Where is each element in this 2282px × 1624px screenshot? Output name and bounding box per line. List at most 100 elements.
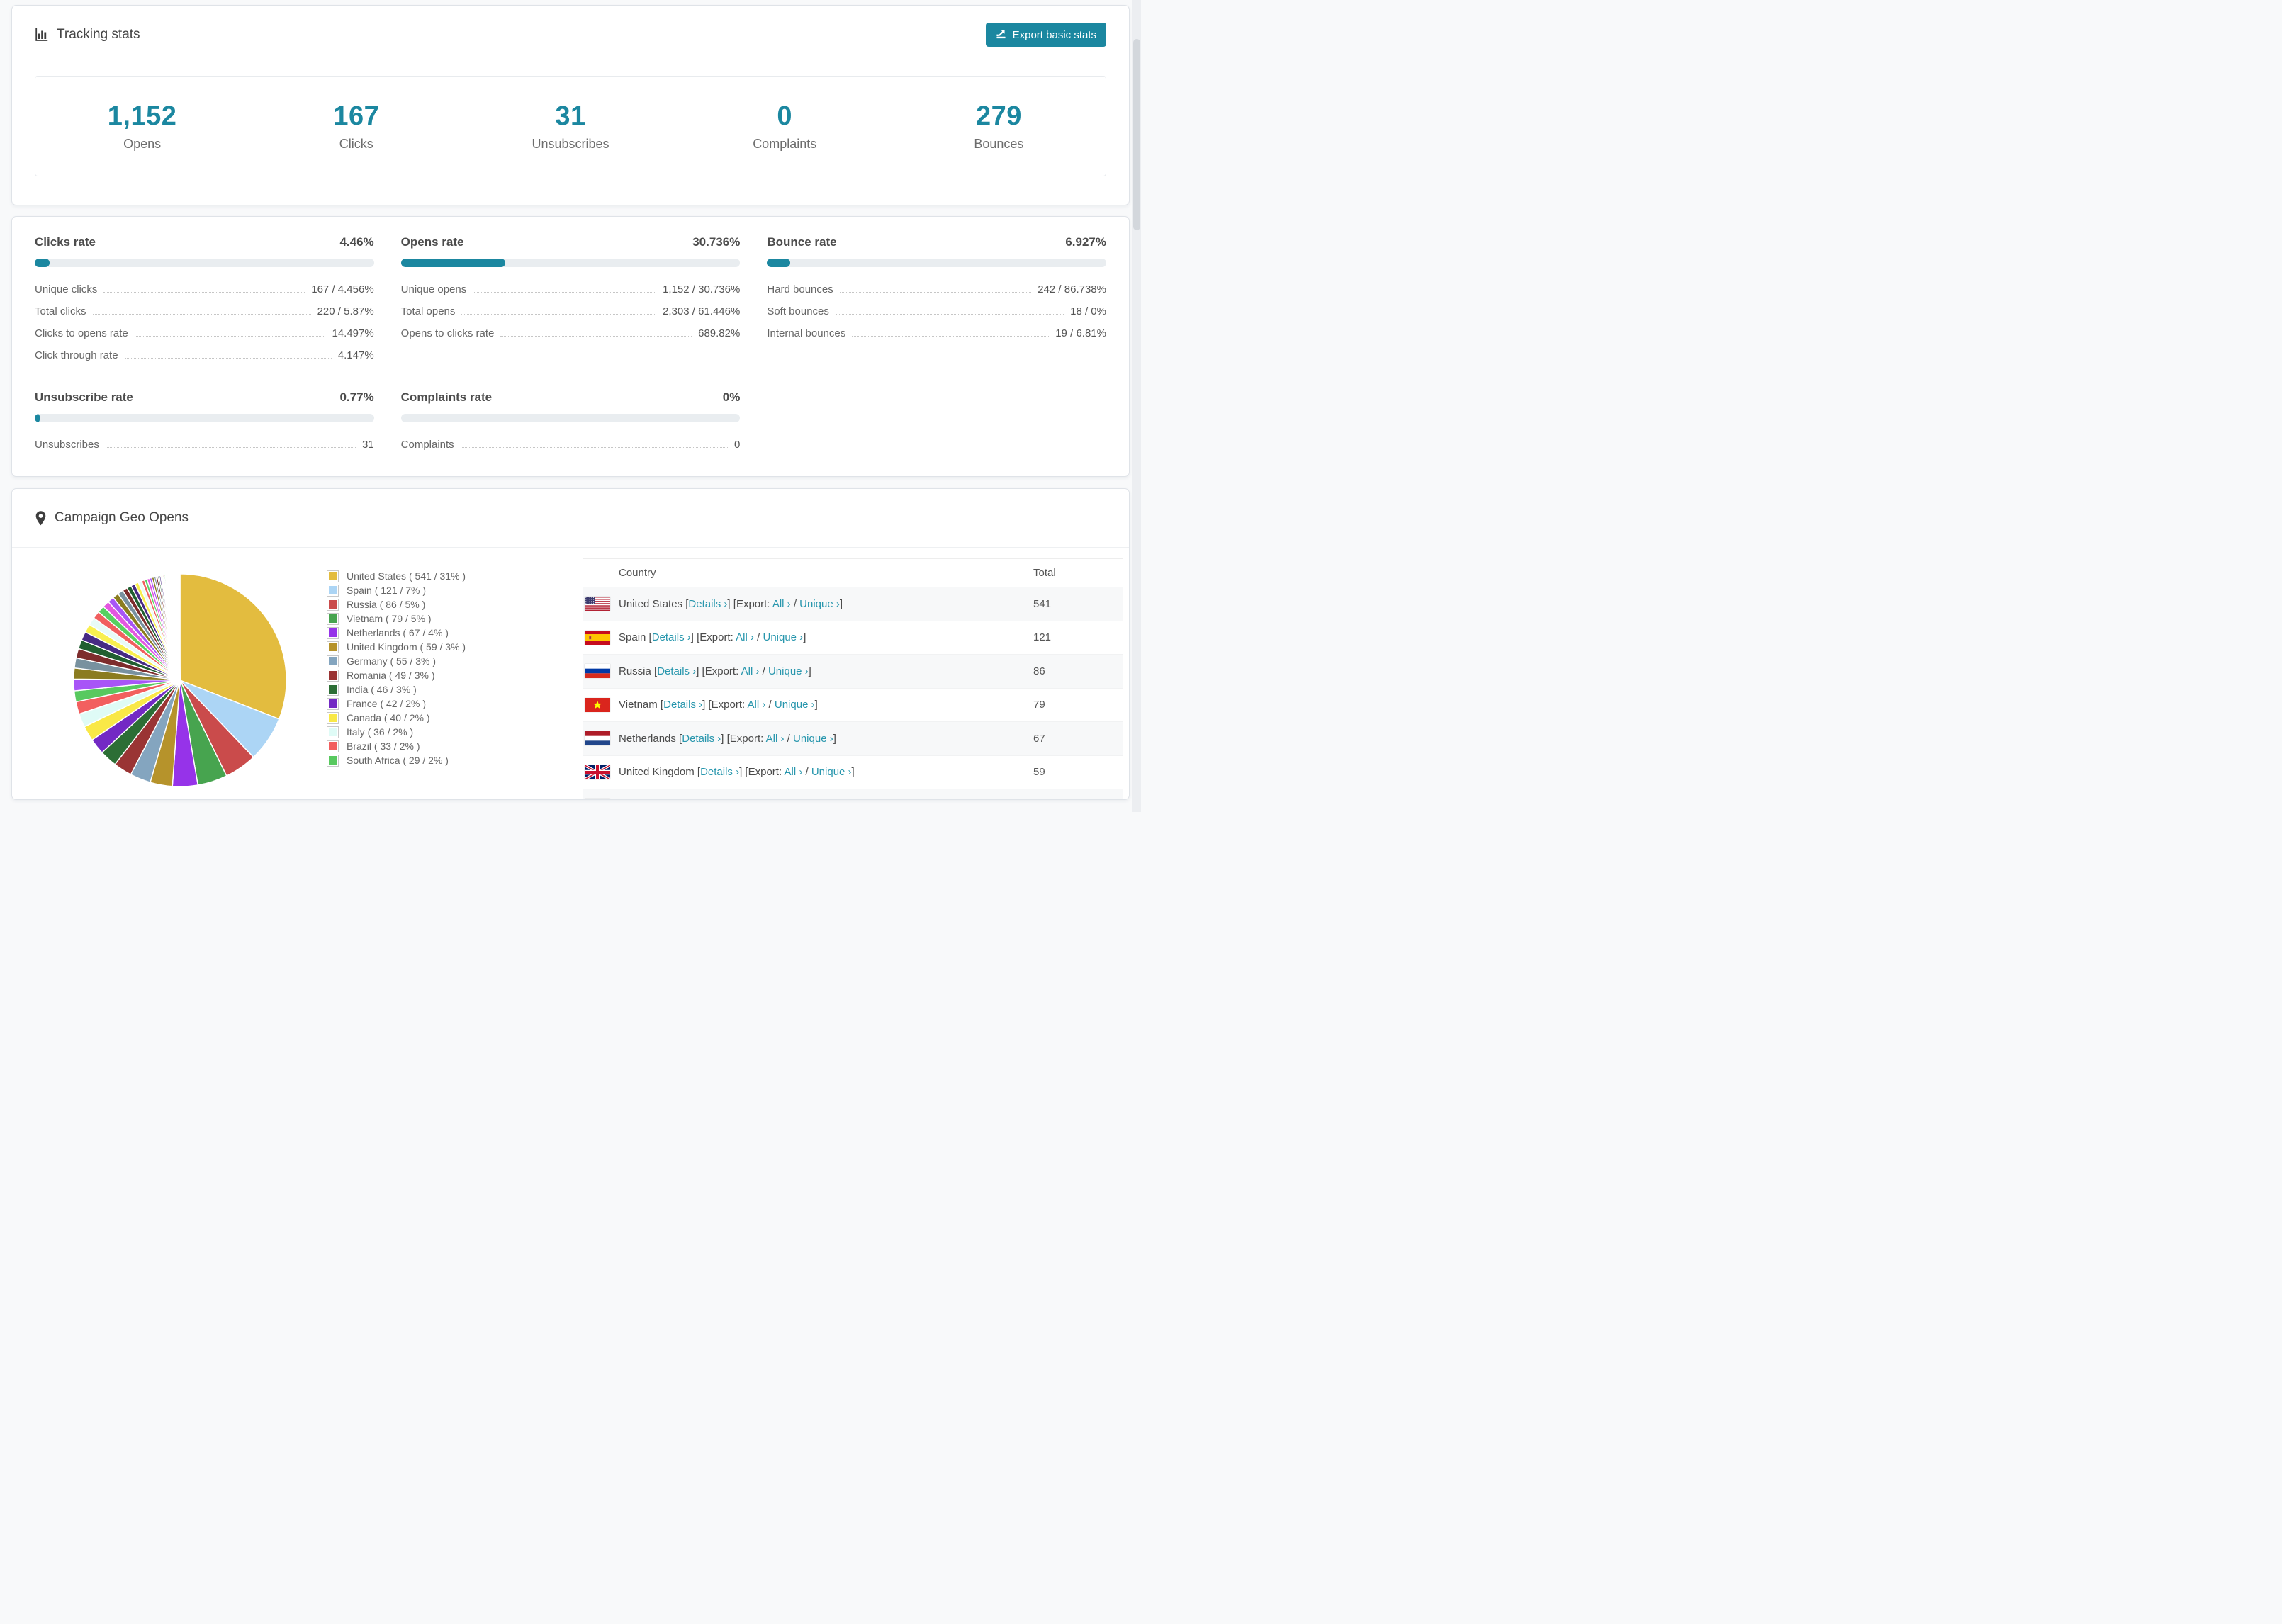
stat-box: 31 Unsubscribes: [463, 77, 677, 176]
export-icon: [996, 28, 1006, 42]
details-link[interactable]: Details ›: [688, 598, 727, 610]
export-label: Export:: [711, 699, 746, 711]
stats-summary-row: 1,152 Opens 167 Clicks 31 Unsubscribes 0 Compla…: [35, 76, 1106, 176]
rate-row: Unique clicks 167 / 4.456%: [35, 278, 374, 300]
rate-rows: Unique opens 1,152 / 30.736% Total opens 2,…: [401, 278, 741, 344]
geo-row-total: 67: [1033, 732, 1045, 745]
rate-value: 0%: [722, 390, 741, 404]
geo-row-text: Spain [Details ›] [Export: All › / Uniqu…: [619, 631, 806, 644]
dotted-leader: [461, 314, 657, 315]
rate-row-label: Complaints: [400, 439, 454, 451]
export-all-link[interactable]: All ›: [748, 699, 766, 711]
export-unique-link[interactable]: Unique ›: [763, 631, 803, 643]
progress-bar-fill: [35, 259, 50, 267]
export-all-link[interactable]: All ›: [784, 766, 802, 778]
geo-pie-chart: [70, 570, 290, 790]
table-row: Vietnam [Details ›] [Export: All › / Uni…: [583, 687, 1123, 722]
rate-row-label: Hard bounces: [767, 283, 833, 295]
legend-item[interactable]: Brazil ( 33 / 2% ): [327, 739, 466, 753]
export-basic-stats-button[interactable]: Export basic stats: [985, 23, 1106, 47]
legend-label: United States ( 541 / 31% ): [347, 570, 466, 582]
stat-label: Opens: [123, 136, 162, 151]
legend-item[interactable]: Spain ( 121 / 7% ): [327, 583, 466, 597]
rate-row-label: Unique clicks: [35, 283, 98, 295]
rate-row-value: 1,152 / 30.736%: [663, 283, 741, 295]
legend-item[interactable]: Netherlands ( 67 / 4% ): [327, 626, 466, 640]
legend-label: India ( 46 / 3% ): [347, 684, 417, 695]
export-all-link[interactable]: All ›: [766, 733, 785, 745]
stat-box: 0 Complaints: [677, 77, 892, 176]
rate-row-label: Unsubscribes: [35, 439, 99, 451]
tracking-stats-card: Tracking stats Export basic stats 1,152 O…: [11, 5, 1130, 205]
stat-label: Unsubscribes: [532, 136, 609, 151]
export-all-link[interactable]: All ›: [741, 665, 760, 677]
geo-opens-card: Campaign Geo Opens United States ( 541 /…: [11, 488, 1130, 800]
legend-swatch: [327, 669, 339, 682]
rate-row-value: 2,303 / 61.446%: [663, 305, 741, 317]
legend-item[interactable]: United States ( 541 / 31% ): [327, 569, 466, 583]
export-all-link[interactable]: All ›: [736, 631, 754, 643]
dotted-leader: [103, 292, 305, 293]
campaign-stats-page: Tracking stats Export basic stats 1,152 O…: [0, 0, 1141, 812]
page-scrollbar[interactable]: [1132, 0, 1141, 812]
legend-item[interactable]: Canada ( 40 / 2% ): [327, 711, 466, 725]
legend-item[interactable]: Vietnam ( 79 / 5% ): [327, 611, 466, 626]
export-unique-link[interactable]: Unique ›: [793, 733, 833, 745]
details-link[interactable]: Details ›: [652, 631, 691, 643]
legend-item[interactable]: South Africa ( 29 / 2% ): [327, 753, 466, 767]
geo-table-header-total: Total: [1033, 567, 1056, 579]
legend-label: Brazil ( 33 / 2% ): [347, 740, 420, 752]
legend-item[interactable]: United Kingdom ( 59 / 3% ): [327, 640, 466, 654]
progress-bar: [400, 259, 741, 267]
rate-row-label: Total clicks: [35, 305, 86, 317]
legend-swatch: [327, 754, 339, 767]
rate-row-label: Clicks to opens rate: [35, 327, 128, 339]
rates-grid: Clicks rate 4.46% Unique clicks 167 / 4.456…: [12, 217, 1129, 474]
pie-slice[interactable]: [179, 573, 181, 681]
export-label: Export:: [704, 665, 739, 677]
export-unique-link[interactable]: Unique ›: [799, 598, 840, 610]
geo-row-text: United Kingdom [Details ›] [Export: All …: [619, 766, 855, 779]
legend-item[interactable]: Russia ( 86 / 5% ): [327, 597, 466, 611]
geo-row-text: Vietnam [Details ›] [Export: All › / Uni…: [619, 699, 818, 711]
legend-label: Germany ( 55 / 3% ): [347, 655, 437, 667]
stat-value: 279: [975, 101, 1022, 131]
details-link[interactable]: Details ›: [657, 665, 696, 677]
legend-label: Canada ( 40 / 2% ): [347, 712, 430, 723]
export-unique-link[interactable]: Unique ›: [768, 665, 809, 677]
legend-swatch: [327, 598, 339, 611]
scrollbar-thumb[interactable]: [1133, 39, 1140, 230]
map-pin-icon: [35, 510, 47, 526]
legend-item[interactable]: France ( 42 / 2% ): [327, 697, 466, 711]
tracking-stats-title: Tracking stats: [35, 27, 140, 43]
rate-row-label: Internal bounces: [767, 327, 846, 339]
rate-head: Complaints rate 0%: [401, 390, 741, 405]
details-link[interactable]: Details ›: [663, 699, 702, 711]
legend-item[interactable]: India ( 46 / 3% ): [327, 682, 466, 697]
progress-bar: [767, 259, 1106, 267]
details-link[interactable]: Details ›: [700, 766, 739, 778]
flag-icon-gb: [585, 765, 610, 779]
tracking-stats-header: Tracking stats Export basic stats: [12, 6, 1129, 64]
flag-icon-ru: [585, 664, 610, 679]
rate-row-value: 242 / 86.738%: [1038, 283, 1106, 295]
legend-item[interactable]: Italy ( 36 / 2% ): [327, 725, 466, 739]
legend-item[interactable]: Germany ( 55 / 3% ): [327, 654, 466, 668]
rate-row-value: 0: [734, 439, 741, 451]
export-unique-link[interactable]: Unique ›: [811, 766, 852, 778]
stat-value: 167: [333, 101, 380, 131]
export-unique-link[interactable]: Unique ›: [775, 699, 815, 711]
flag-icon-es: [585, 630, 610, 645]
legend-label: Spain ( 121 / 7% ): [347, 585, 427, 596]
export-all-link[interactable]: All ›: [772, 598, 791, 610]
rate-row-value: 220 / 5.87%: [317, 305, 374, 317]
details-link[interactable]: Details ›: [682, 733, 721, 745]
rate-rows: Unsubscribes 31: [35, 434, 374, 456]
geo-row-text: Netherlands [Details ›] [Export: All › /…: [619, 732, 836, 745]
dotted-leader: [835, 314, 1064, 315]
legend-item[interactable]: Romania ( 49 / 3% ): [327, 668, 466, 682]
rate-title: Opens rate: [400, 235, 464, 249]
geo-opens-header: Campaign Geo Opens: [12, 489, 1129, 548]
dotted-leader: [92, 314, 311, 315]
geo-opens-table: Country Total United States [Details ›] [E…: [583, 558, 1123, 799]
